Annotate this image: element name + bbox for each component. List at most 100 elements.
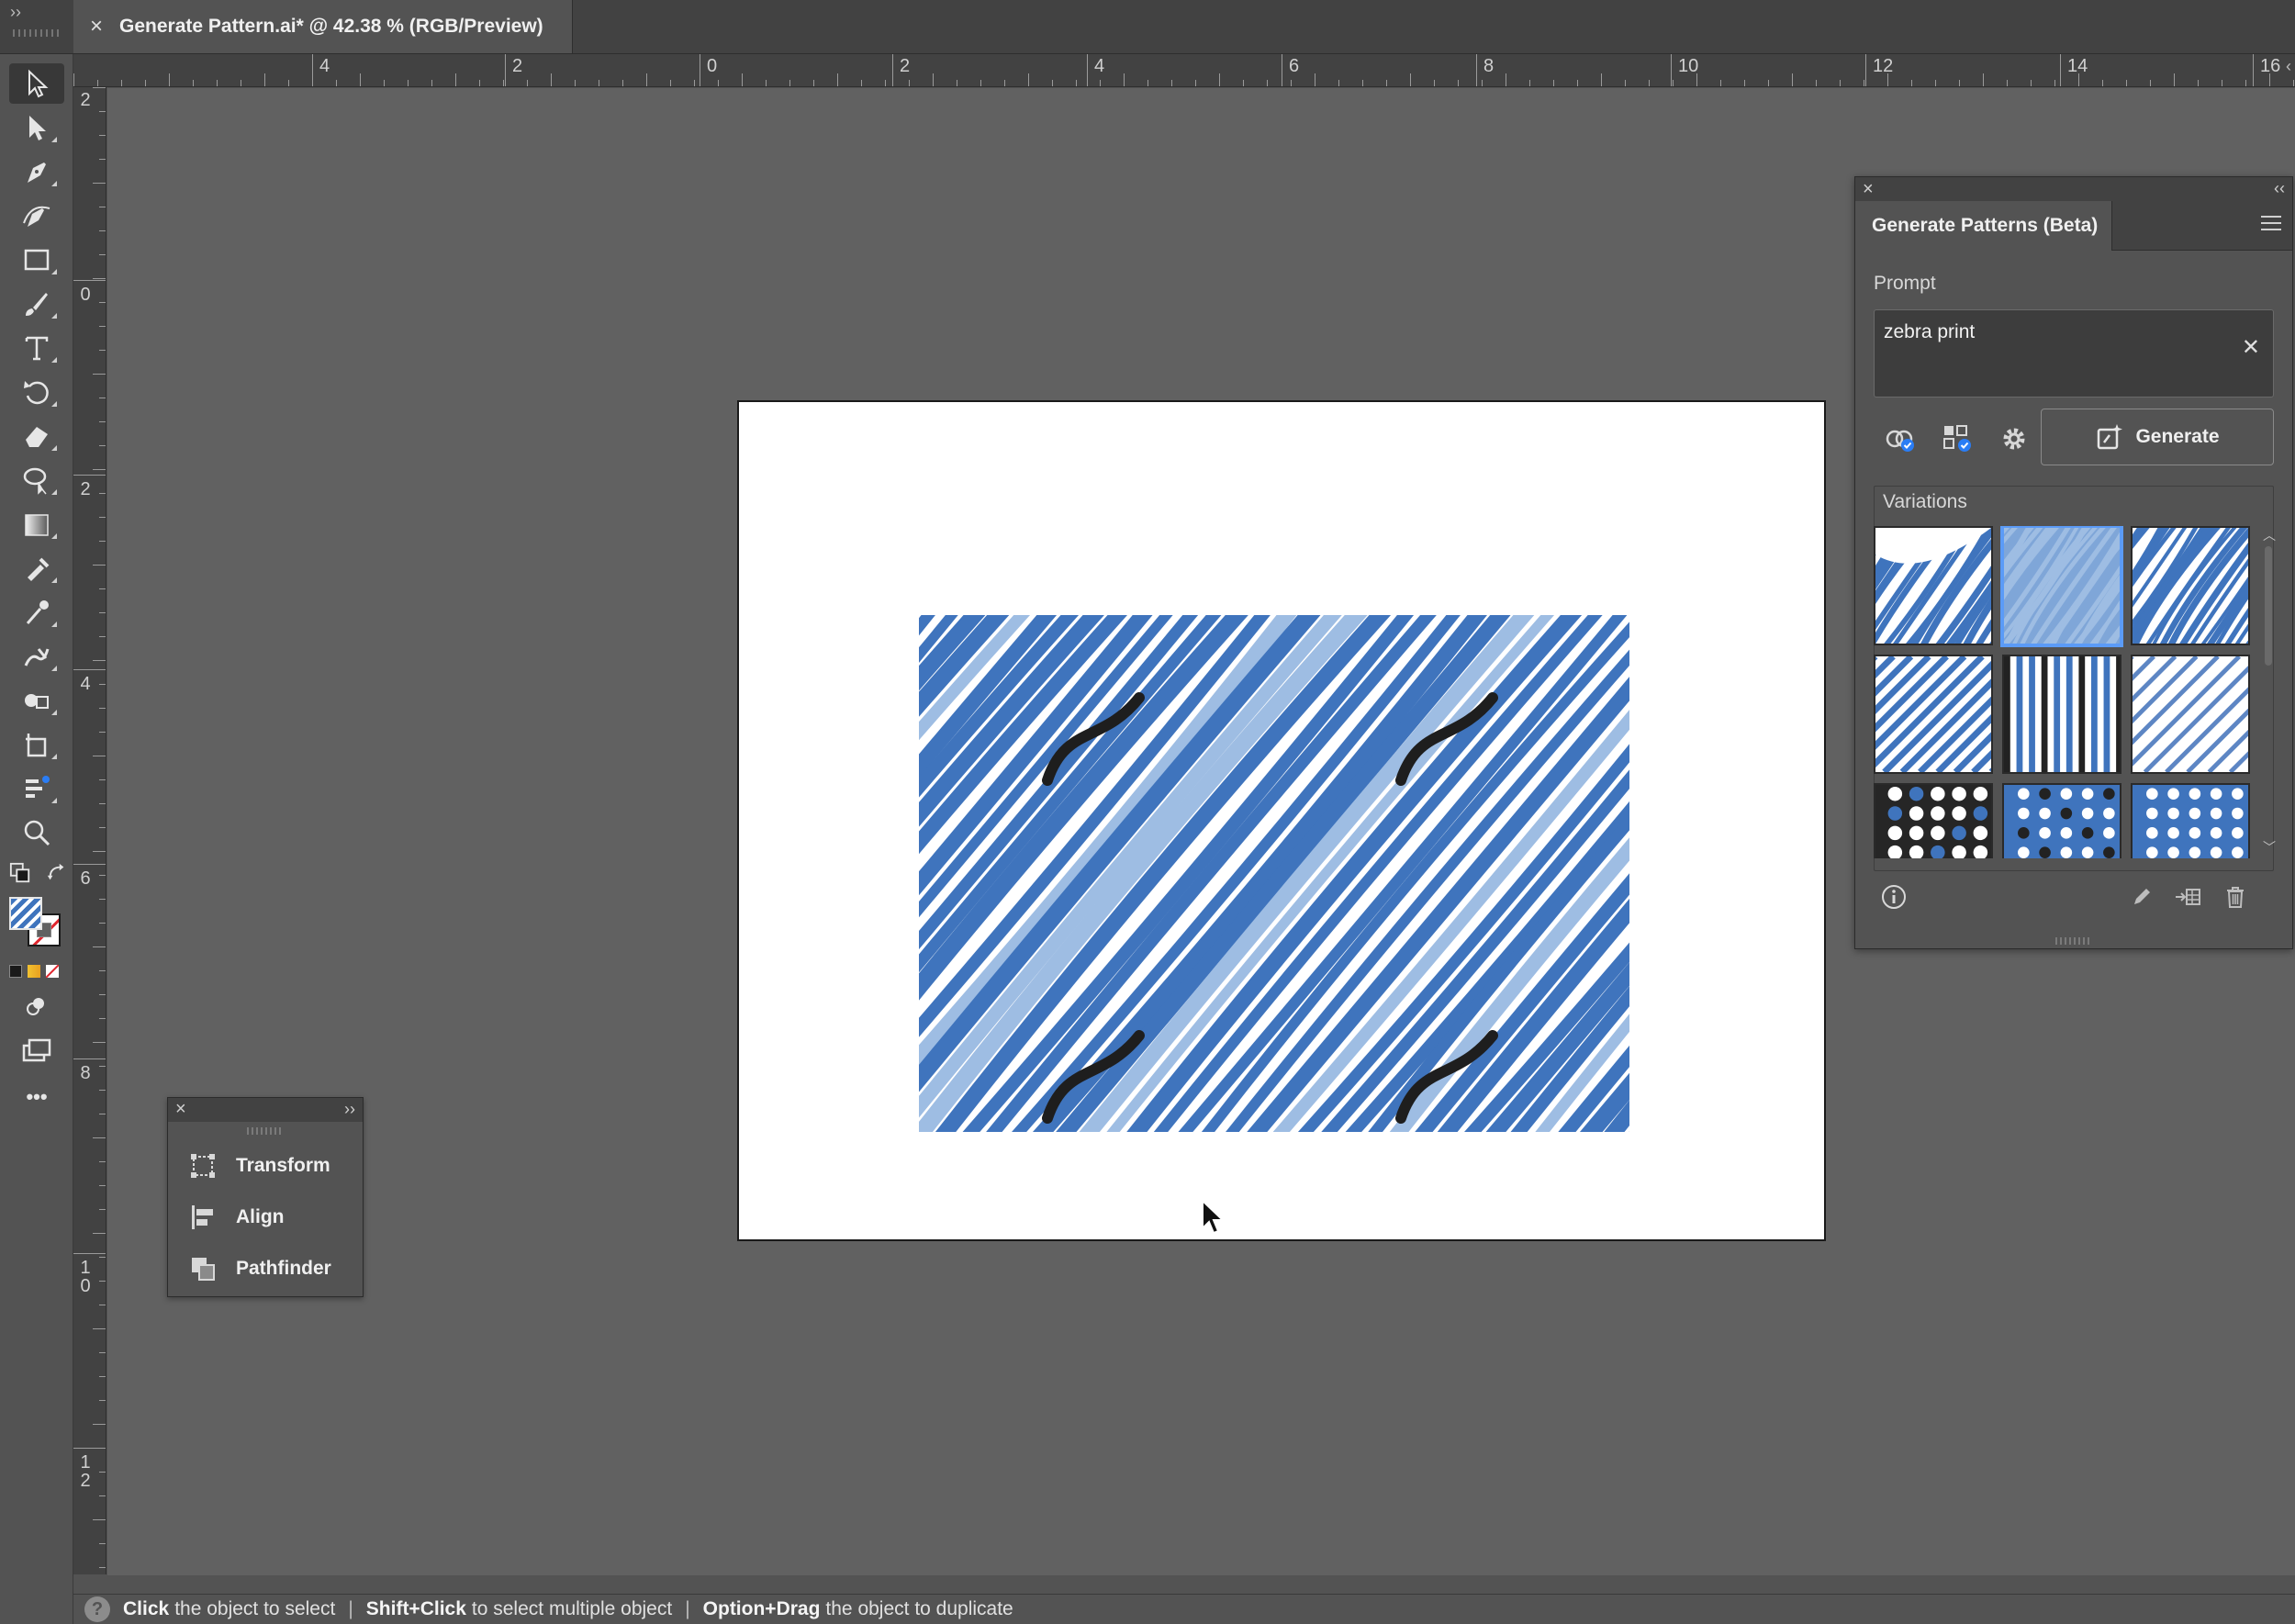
artboard[interactable]	[737, 400, 1826, 1241]
toolbar-grip[interactable]	[13, 29, 59, 37]
none-mode-button[interactable]	[46, 965, 59, 978]
generate-button[interactable]: Generate	[2041, 409, 2274, 465]
color-tone-button[interactable]	[1879, 418, 1921, 460]
delete-button[interactable]	[2219, 880, 2252, 913]
close-panel-icon[interactable]: ×	[175, 1099, 186, 1120]
gear-icon	[2003, 428, 2025, 450]
eyedropper-tool[interactable]	[9, 548, 64, 588]
artboard-tool[interactable]	[9, 724, 64, 765]
gradient-icon	[25, 514, 49, 536]
pipette-icon	[28, 557, 50, 581]
variation-thumbnail[interactable]	[2131, 655, 2250, 774]
fill-swatch[interactable]	[9, 897, 42, 930]
align-button[interactable]: Align	[188, 1199, 285, 1236]
swap-colors-icon[interactable]	[46, 862, 68, 884]
graph-icon	[26, 776, 50, 798]
lasso-tool[interactable]	[9, 460, 64, 500]
panel-resize-grip[interactable]	[2055, 937, 2092, 945]
transform-button[interactable]: Transform	[188, 1148, 330, 1184]
ruler-label: 4	[1094, 56, 1105, 76]
panel-header[interactable]: × ››	[168, 1098, 363, 1122]
variation-thumbnail[interactable]	[2002, 783, 2121, 858]
fill-stroke-swatch[interactable]	[9, 897, 64, 948]
variation-thumbnail[interactable]	[2002, 526, 2121, 645]
vertical-ruler[interactable]: 2 0 2 4 6 8 1 0 1 2	[73, 87, 106, 1574]
type-tool[interactable]	[9, 328, 64, 368]
rotate-tool[interactable]	[9, 372, 64, 412]
gradient-mode-button[interactable]	[28, 965, 40, 978]
ruler-label: 0	[707, 56, 718, 76]
rotate-icon	[24, 381, 49, 405]
ruler-label: 8	[80, 1063, 91, 1083]
selection-tool[interactable]	[9, 63, 64, 104]
close-panel-icon[interactable]: ×	[1863, 179, 1874, 200]
fill-stroke-controls	[9, 862, 64, 890]
pen-tool[interactable]	[9, 151, 64, 192]
measure-tool[interactable]	[9, 592, 64, 633]
ruler-label: 1 2	[80, 1452, 91, 1491]
default-colors-icon[interactable]	[9, 862, 31, 884]
prompt-input[interactable]: zebra print ✕	[1874, 309, 2274, 398]
screen-mode-button[interactable]	[9, 1031, 64, 1071]
generate-patterns-panel: × ‹‹ Generate Patterns (Beta) Prompt zeb…	[1854, 176, 2293, 949]
zoom-tool[interactable]	[9, 812, 64, 853]
curvature-tool[interactable]	[9, 196, 64, 236]
paintbrush-tool[interactable]	[9, 284, 64, 324]
scrollbar-thumb[interactable]	[2265, 546, 2272, 666]
graph-tool[interactable]	[9, 768, 64, 809]
eraser-tool[interactable]	[9, 416, 64, 456]
scroll-up-icon[interactable]: ︿	[2263, 526, 2276, 544]
variation-pattern-graphic	[2133, 528, 2248, 644]
variation-pattern-graphic	[2133, 656, 2248, 772]
tab-generate-patterns[interactable]: Generate Patterns (Beta)	[1855, 201, 2112, 251]
artboard-icon	[26, 734, 47, 757]
variation-pattern-graphic	[1875, 656, 1991, 772]
clear-prompt-icon[interactable]: ✕	[2242, 334, 2260, 361]
pattern-type-button[interactable]	[1936, 418, 1978, 460]
rectangle-tool[interactable]	[9, 240, 64, 280]
variation-thumbnail[interactable]	[1874, 526, 1993, 645]
zebra-pattern-fill[interactable]	[919, 615, 1629, 1132]
document-tab[interactable]: × Generate Pattern.ai* @ 42.38 % (RGB/Pr…	[73, 0, 573, 53]
add-to-swatches-button[interactable]	[2171, 880, 2204, 913]
direct-selection-tool[interactable]	[9, 107, 64, 148]
edit-pattern-button[interactable]	[2125, 880, 2158, 913]
close-tab-icon[interactable]: ×	[73, 14, 119, 39]
expand-panel-icon[interactable]: ››	[344, 1100, 355, 1119]
puppet-warp-tool[interactable]	[9, 636, 64, 677]
rectangle-icon	[24, 249, 50, 271]
right-dock-expand-icon[interactable]: ‹	[2286, 57, 2291, 76]
panel-grip[interactable]	[247, 1127, 284, 1135]
gradient-tool[interactable]	[9, 504, 64, 544]
horizontal-ruler[interactable]: 4 2 0 2 4 6 8 10 12 14 16	[73, 54, 2295, 87]
panel-header[interactable]: × ‹‹	[1855, 177, 2292, 201]
expand-panels-icon[interactable]: ››	[6, 2, 26, 22]
hint-separator: |	[348, 1598, 353, 1619]
color-mode-button[interactable]	[9, 965, 22, 978]
variations-scrollbar[interactable]: ︿ ﹀	[2263, 526, 2276, 857]
variation-thumbnail[interactable]	[2131, 526, 2250, 645]
draw-mode-icon	[27, 998, 44, 1015]
variation-thumbnail[interactable]	[2002, 655, 2121, 774]
info-button[interactable]	[1877, 880, 1910, 913]
shape-builder-tool[interactable]	[9, 680, 64, 721]
edit-toolbar-button[interactable]: •••	[9, 1077, 64, 1117]
pathfinder-button[interactable]: Pathfinder	[188, 1250, 331, 1287]
document-tab-title: Generate Pattern.ai* @ 42.38 % (RGB/Prev…	[119, 16, 543, 37]
prompt-value: zebra print	[1884, 321, 1976, 342]
scroll-down-icon[interactable]: ﹀	[2263, 838, 2276, 857]
variation-thumbnail[interactable]	[1874, 783, 1993, 858]
panel-menu-icon[interactable]	[2261, 216, 2281, 232]
variation-thumbnail[interactable]	[2131, 783, 2250, 858]
mouse-cursor-icon	[1202, 1199, 1226, 1235]
variations-grid	[1874, 526, 2259, 858]
help-icon[interactable]: ?	[84, 1596, 110, 1622]
variation-thumbnail[interactable]	[1874, 655, 1993, 774]
collapse-panel-icon[interactable]: ‹‹	[2274, 179, 2285, 198]
pattern-type-icon	[1943, 425, 1971, 452]
settings-button[interactable]	[1993, 418, 2035, 460]
puppet-icon	[24, 648, 50, 666]
hint-click-text: the object to select	[174, 1598, 336, 1619]
ruler-label: 2	[80, 479, 91, 499]
draw-mode-button[interactable]	[9, 987, 64, 1027]
